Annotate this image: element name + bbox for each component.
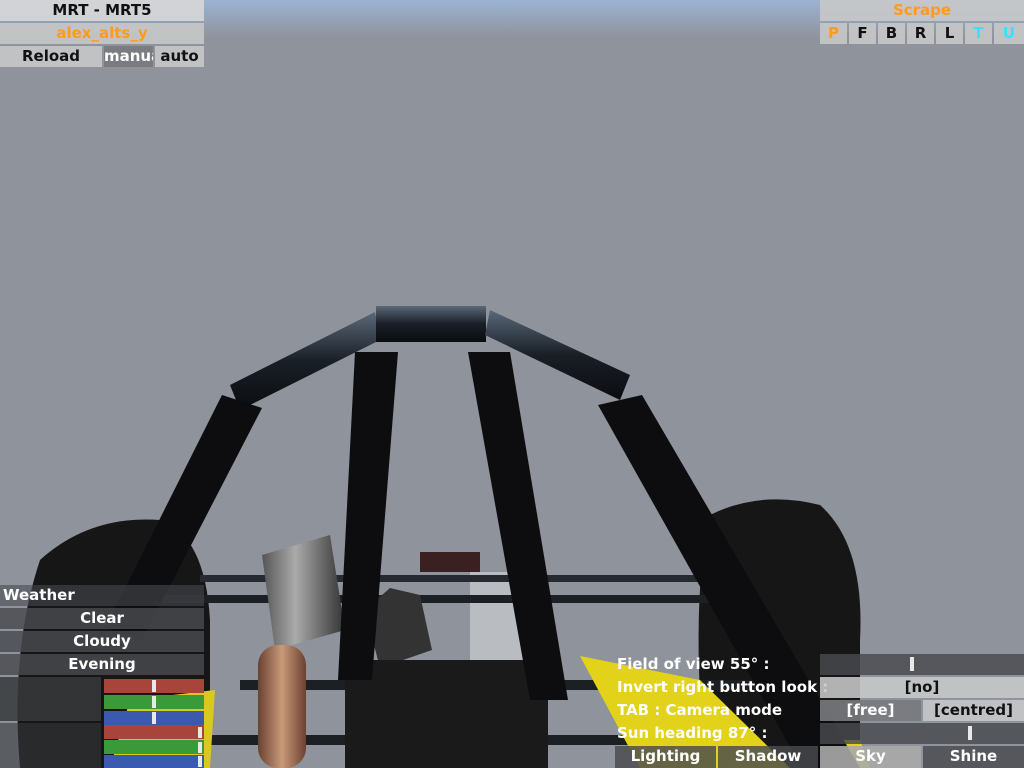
car-title: MRT - MRT5 (0, 0, 204, 21)
view-button-f[interactable]: F (849, 23, 876, 44)
car-scene (0, 0, 1024, 768)
green-channel-slider-2[interactable] (104, 740, 204, 754)
tab-shine[interactable]: Shine (923, 746, 1024, 768)
slider-handle[interactable] (152, 712, 156, 724)
fov-slider-handle[interactable] (910, 657, 914, 671)
manual-button[interactable]: manual (104, 46, 153, 67)
slider-handle[interactable] (198, 742, 202, 753)
camera-mode-label: TAB : Camera mode (617, 701, 783, 719)
color-preview-swatch-2[interactable] (0, 723, 101, 768)
slider-handle[interactable] (198, 727, 202, 738)
fov-slider[interactable] (820, 654, 1024, 675)
weather-header: Weather (0, 585, 204, 606)
slider-handle[interactable] (152, 696, 156, 708)
tab-lighting[interactable]: Lighting (615, 746, 716, 768)
weather-evening-button[interactable]: Evening (0, 654, 204, 675)
tab-shadow[interactable]: Shadow (718, 746, 818, 768)
color-preview-swatch[interactable] (0, 677, 101, 721)
sun-heading-slider[interactable] (820, 723, 1024, 744)
auto-button[interactable]: auto (155, 46, 204, 67)
invert-look-label: Invert right button look : (617, 678, 829, 696)
view-button-b[interactable]: B (878, 23, 905, 44)
view-button-r[interactable]: R (907, 23, 934, 44)
red-channel-slider-2[interactable] (104, 725, 204, 739)
view-button-u[interactable]: U (994, 23, 1024, 44)
tab-sky[interactable]: Sky (820, 746, 921, 768)
sun-heading-slider-handle[interactable] (968, 726, 972, 740)
view-button-p[interactable]: P (820, 23, 847, 44)
invert-look-toggle[interactable]: [no] (820, 677, 1024, 698)
weather-clear-button[interactable]: Clear (0, 608, 204, 629)
sun-heading-label: Sun heading 87° : (617, 724, 768, 742)
setup-name[interactable]: alex_alts_y (0, 23, 204, 44)
weather-cloudy-button[interactable]: Cloudy (0, 631, 204, 652)
fov-label: Field of view 55° : (617, 655, 770, 673)
slider-handle[interactable] (152, 680, 156, 692)
slider-handle[interactable] (198, 756, 202, 767)
reload-button[interactable]: Reload (0, 46, 102, 67)
blue-channel-slider-2[interactable] (104, 755, 204, 768)
view-button-l[interactable]: L (936, 23, 963, 44)
view-button-t[interactable]: T (965, 23, 992, 44)
view-title: Scrape (820, 0, 1024, 21)
camera-free-button[interactable]: [free] (820, 700, 921, 721)
camera-centred-button[interactable]: [centred] (923, 700, 1024, 721)
